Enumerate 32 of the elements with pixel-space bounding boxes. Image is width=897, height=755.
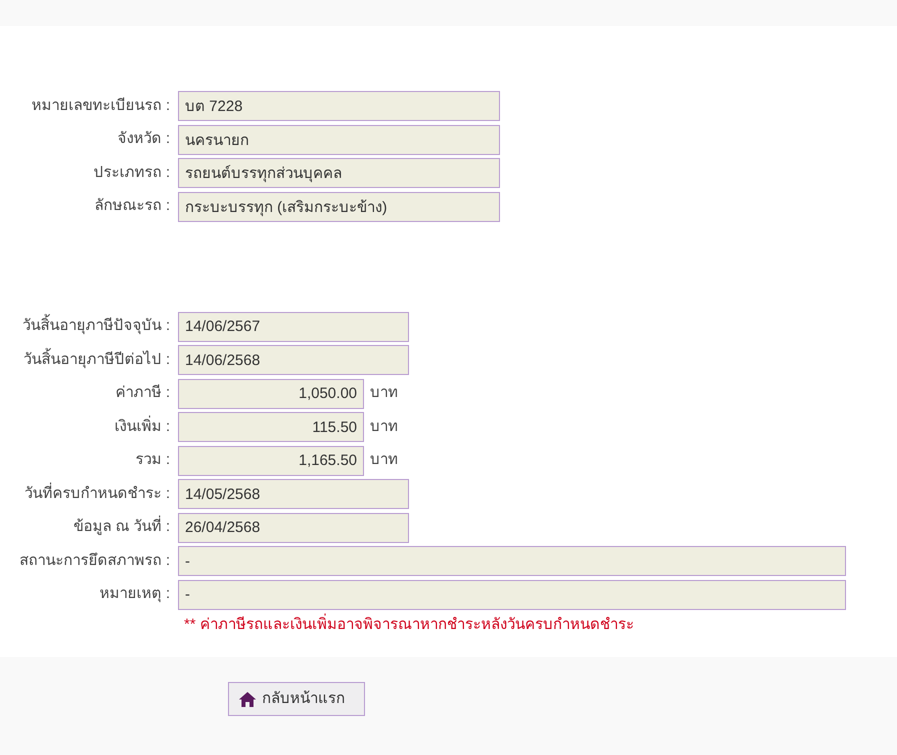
field-label: ค่าภาษี :: [114, 383, 171, 404]
home-button[interactable]: กลับหน้าแรก: [228, 682, 365, 716]
input-field[interactable]: 26/04/2568: [178, 512, 409, 542]
field-label: จังหวัด :: [116, 129, 171, 150]
input-field[interactable]: นครนายก: [178, 124, 500, 154]
input-field[interactable]: 14/06/2567: [178, 312, 409, 342]
field-label: หมายเลขทะเบียนรถ :: [30, 96, 171, 116]
field-label: ข้อมูล ณ วันที่ :: [0, 516, 172, 539]
input-field[interactable]: 14/05/2568: [178, 479, 409, 509]
input-field[interactable]: 14/06/2568: [178, 345, 409, 375]
input-field[interactable]: -: [178, 546, 846, 576]
input-field[interactable]: 1,050.00: [178, 378, 364, 408]
unit-label: บาท: [370, 383, 398, 404]
field-label: ลักษณะรถ :: [94, 196, 171, 216]
field-label: วันสิ้นอายุภาษีปีต่อไป :: [0, 348, 172, 372]
field-label: ประเภทรถ :: [92, 162, 171, 183]
field-label: เงินเพิ่ม :: [114, 416, 171, 437]
input-field[interactable]: -: [178, 580, 846, 610]
unit-label: บาท: [370, 450, 398, 470]
warning-note: ** ค่าภาษีรถและเงินเพิ่มอาจพิจารณาหากชำระหลังวันครบกำหนดชำระ: [184, 614, 635, 634]
input-field[interactable]: 115.50: [178, 412, 364, 442]
field-label: วันสิ้นอายุภาษีปัจจุบัน :: [0, 315, 172, 338]
field-label: รวม :: [134, 450, 171, 470]
field-label: สถานะการยึดสภาพรถ :: [18, 550, 171, 571]
home-icon: [239, 692, 256, 706]
input-field[interactable]: บต 7228: [178, 91, 500, 121]
input-field[interactable]: 1,165.50: [178, 446, 364, 476]
field-label: หมายเหตุ :: [98, 584, 171, 604]
unit-label: บาท: [370, 416, 398, 437]
input-field[interactable]: กระบะบรรทุก (เสริมกระบะข้าง): [178, 192, 500, 222]
input-field[interactable]: รถยนต์บรรทุกส่วนบุคคล: [178, 158, 500, 188]
field-label: วันที่ครบกำหนดชำระ :: [24, 482, 171, 504]
